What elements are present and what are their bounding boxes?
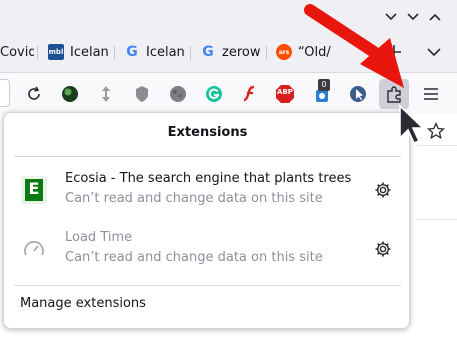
favicon-text: G — [202, 44, 214, 60]
globe-extension-icon[interactable] — [58, 82, 82, 106]
reload-icon[interactable] — [22, 82, 46, 106]
tab-separator — [190, 46, 191, 60]
favicon-text: ars — [278, 48, 290, 56]
ecosia-letter: E — [28, 179, 40, 198]
ars-favicon: ars — [276, 44, 292, 60]
tab-label: Covid — [0, 44, 34, 60]
gear-icon[interactable] — [373, 239, 393, 259]
tab[interactable]: mbl Icelan — [48, 38, 110, 66]
tab-separator — [37, 46, 38, 60]
panel-divider — [14, 285, 401, 286]
tab-separator — [266, 46, 267, 60]
extension-description: Can’t read and change data on this site — [65, 191, 323, 206]
favicon-text: mbl — [48, 48, 64, 56]
tab[interactable]: G Icelan — [124, 38, 186, 66]
extension-name: Ecosia - The search engine that plants t… — [65, 171, 352, 186]
extensions-panel: Extensions E Ecosia - The search engine … — [3, 112, 410, 329]
moon-extension-icon[interactable] — [166, 82, 190, 106]
grammarly-extension-icon[interactable] — [202, 82, 226, 106]
mbl-favicon: mbl — [48, 44, 64, 60]
back-button-edge[interactable] — [0, 79, 10, 107]
favicon-text: G — [126, 44, 138, 60]
mouse-cursor-icon — [399, 104, 424, 144]
extension-name: Load Time — [65, 230, 133, 245]
extension-item-load-time[interactable]: Load Time Can’t read and change data on … — [4, 220, 411, 278]
tab-label: zerow — [222, 44, 261, 60]
adblock-plus-icon[interactable]: ABP — [273, 82, 297, 106]
gear-icon[interactable] — [373, 180, 393, 200]
page-divider — [417, 219, 457, 220]
tab-label: Icelan — [70, 44, 109, 60]
menu-icon[interactable] — [419, 82, 443, 106]
up-down-extension-icon[interactable] — [94, 82, 118, 106]
abp-label: ABP — [277, 88, 293, 96]
google-favicon: G — [124, 44, 140, 60]
ecosia-icon: E — [20, 176, 48, 204]
extension-item-ecosia[interactable]: E Ecosia - The search engine that plants… — [4, 161, 411, 219]
tab-separator — [114, 46, 115, 60]
manage-extensions-link[interactable]: Manage extensions — [20, 296, 146, 311]
gauge-icon — [20, 235, 48, 263]
panel-divider — [14, 156, 401, 157]
panel-title: Extensions — [167, 125, 248, 140]
tab-label: Icelan — [146, 44, 185, 60]
tab[interactable]: G zerow — [200, 38, 262, 66]
maximize-icon[interactable] — [424, 6, 446, 28]
bookmark-star-icon[interactable] — [424, 119, 448, 143]
flash-extension-icon[interactable] — [238, 82, 262, 106]
tab[interactable]: Covid — [0, 38, 34, 66]
red-arrow-annotation — [304, 4, 404, 88]
shield-extension-icon[interactable] — [130, 82, 154, 106]
google-favicon: G — [200, 44, 216, 60]
page-divider — [417, 145, 457, 146]
extension-description: Can’t read and change data on this site — [65, 250, 323, 265]
list-tabs-icon[interactable] — [422, 40, 446, 64]
